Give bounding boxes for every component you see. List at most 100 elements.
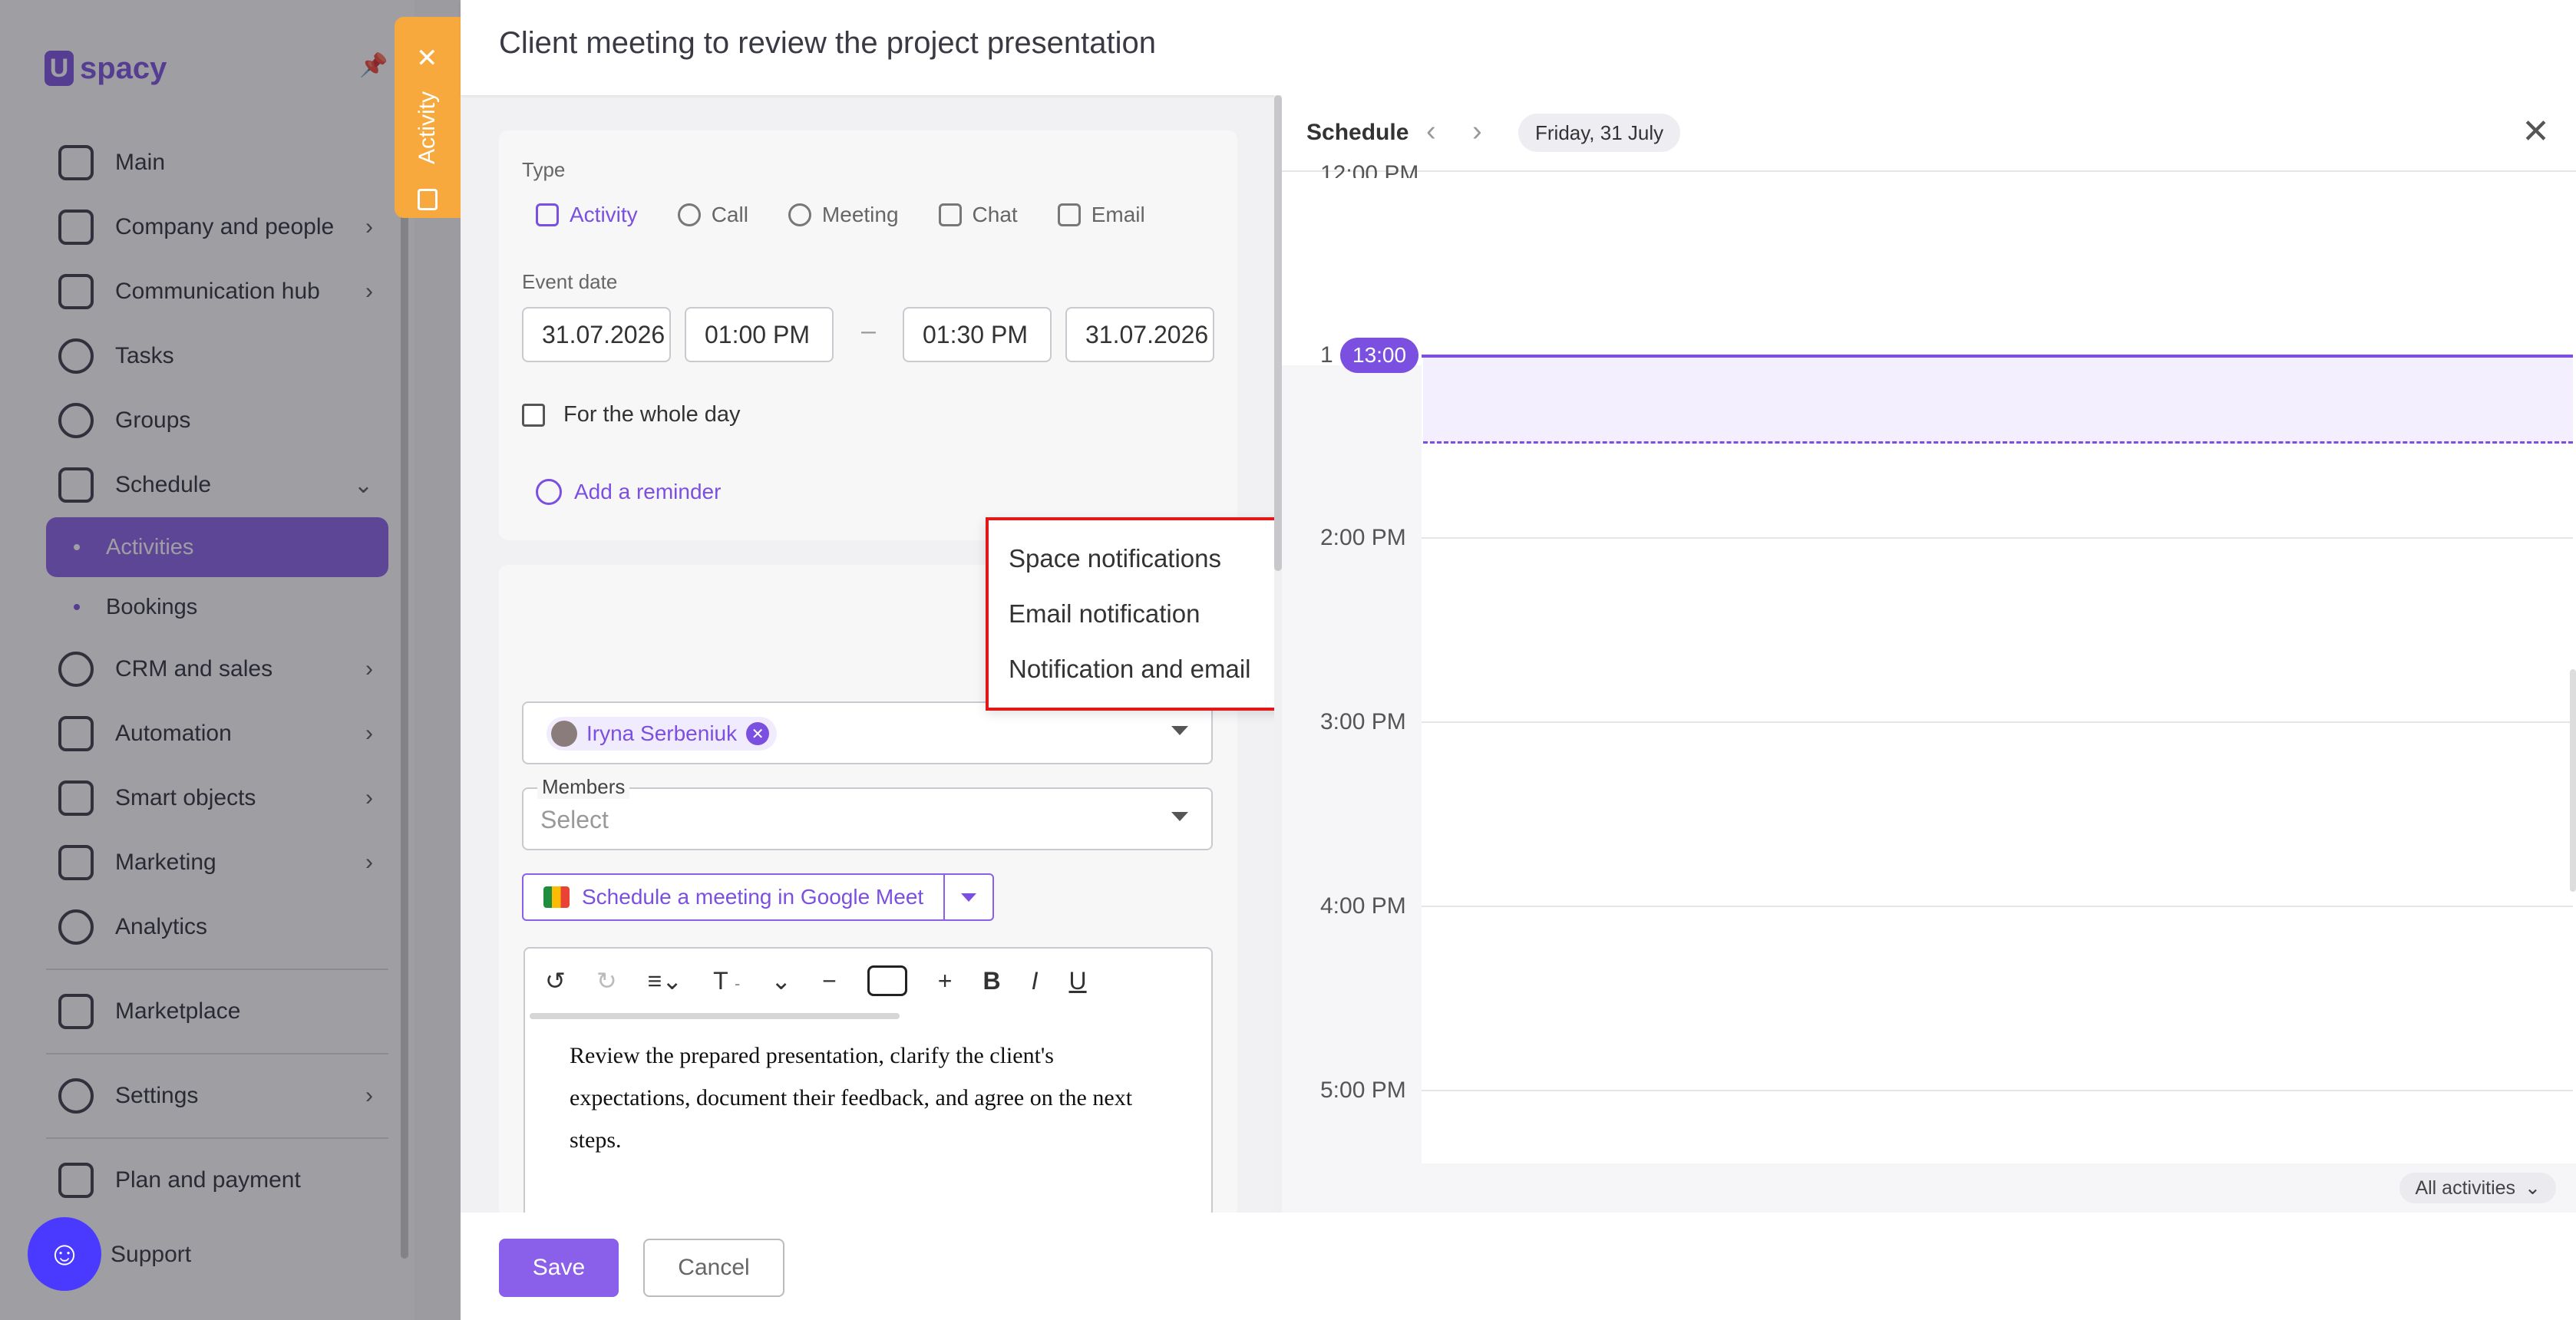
schedule-header: Schedule ‹ › Friday, 31 July ✕ — [1282, 95, 2576, 172]
schedule-panel: Schedule ‹ › Friday, 31 July ✕ 12:00 PM … — [1282, 95, 2576, 1213]
prev-day-icon[interactable]: ‹ — [1426, 115, 1436, 148]
time-label: 1 — [1320, 342, 1333, 368]
phone-icon — [677, 203, 701, 226]
minus-icon[interactable]: − — [822, 967, 837, 995]
modal-overlay[interactable] — [0, 0, 461, 1320]
time-label: 4:00 PM — [1320, 893, 1406, 919]
form-scrollbar[interactable] — [1274, 95, 1282, 1213]
type-email[interactable]: Email — [1057, 203, 1145, 227]
activity-panel: Client meeting to review the project pre… — [461, 0, 2576, 1320]
type-label-text: Email — [1091, 203, 1145, 226]
schedule-title: Schedule — [1306, 120, 1409, 145]
scrollbar-thumb[interactable] — [1274, 95, 1282, 571]
current-time-line — [1422, 355, 2573, 358]
description-text[interactable]: Review the prepared presentation, clarif… — [570, 1035, 1161, 1161]
end-date-input[interactable]: 31.07.2026 — [1065, 307, 1214, 362]
page-title: Client meeting to review the project pre… — [499, 26, 1157, 60]
chevron-down-icon[interactable]: ⌄ — [771, 966, 791, 995]
redo-icon[interactable]: ↻ — [596, 966, 617, 995]
support-label: Support — [111, 1242, 192, 1267]
time-label: 2:00 PM — [1320, 525, 1406, 550]
filter-label: All activities — [2415, 1176, 2516, 1199]
event-date-label: Event date — [522, 270, 618, 293]
remove-icon[interactable]: ✕ — [746, 722, 770, 745]
type-label-text: Chat — [972, 203, 1018, 226]
italic-icon[interactable]: I — [1032, 967, 1039, 995]
google-meet-options-button[interactable] — [945, 875, 992, 919]
start-date-input[interactable]: 31.07.2026 — [522, 307, 671, 362]
user-chip: Iryna Serbeniuk ✕ — [547, 717, 778, 751]
chevron-down-icon: ⌄ — [2525, 1177, 2541, 1199]
type-activity[interactable]: Activity — [536, 203, 638, 227]
all-activities-filter[interactable]: All activities ⌄ — [2399, 1173, 2556, 1203]
time-gutter — [1282, 365, 1422, 1171]
type-label-text: Activity — [570, 203, 638, 226]
current-time-badge: 13:00 — [1340, 338, 1419, 373]
activity-side-tab[interactable]: ✕ Activity — [395, 17, 461, 218]
caret-down-icon[interactable] — [1171, 812, 1188, 821]
envelope-icon — [1057, 203, 1081, 226]
save-button[interactable]: Save — [499, 1239, 619, 1297]
align-icon[interactable]: ≡⌄ — [648, 966, 682, 995]
schedule-google-meet-button[interactable]: Schedule a meeting in Google Meet — [523, 875, 946, 919]
editor-toolbar: ↺ ↻ ≡⌄ T - ⌄ − + B I U — [525, 949, 1211, 1013]
document-icon — [418, 189, 438, 210]
cancel-button[interactable]: Cancel — [643, 1239, 784, 1297]
schedule-scrollbar[interactable] — [2570, 669, 2576, 892]
add-reminder-label: Add a reminder — [574, 480, 722, 503]
type-label-text: Call — [711, 203, 748, 226]
members-placeholder: Select — [540, 806, 609, 833]
close-icon[interactable]: ✕ — [416, 43, 438, 74]
reminder-option-both[interactable]: Notification and email — [989, 642, 1285, 697]
current-event-block[interactable] — [1423, 358, 2573, 444]
reminder-options-dropdown: Space notifications Email notification N… — [986, 517, 1288, 711]
time-label: 3:00 PM — [1320, 709, 1406, 734]
toolbar-scrollbar[interactable] — [530, 1013, 900, 1019]
font-size-value: - — [734, 973, 741, 993]
panel-footer: Save Cancel — [461, 1213, 2576, 1320]
caret-down-icon[interactable] — [1171, 726, 1188, 735]
underline-icon[interactable]: U — [1068, 967, 1086, 995]
color-swatch[interactable] — [867, 965, 907, 996]
plus-icon[interactable]: + — [938, 967, 953, 995]
date-range-dash: – — [861, 316, 876, 345]
bold-icon[interactable]: B — [983, 967, 1000, 995]
panel-header: Client meeting to review the project pre… — [461, 0, 2576, 95]
caret-down-icon — [961, 893, 977, 902]
undo-icon[interactable]: ↺ — [545, 966, 566, 995]
schedule-date[interactable]: Friday, 31 July — [1518, 114, 1681, 152]
schedule-footer: All activities ⌄ — [1282, 1163, 2576, 1213]
google-meet-split-button: Schedule a meeting in Google Meet — [522, 873, 995, 921]
type-meeting[interactable]: Meeting — [788, 203, 899, 227]
end-time-input[interactable]: 01:30 PM — [903, 307, 1052, 362]
description-editor[interactable]: ↺ ↻ ≡⌄ T - ⌄ − + B I U Review the prepar… — [523, 947, 1213, 1217]
time-label: 5:00 PM — [1320, 1077, 1406, 1103]
hour-line — [1422, 721, 2573, 723]
type-chat[interactable]: Chat — [938, 203, 1018, 227]
hour-line — [1422, 537, 2573, 539]
type-label: Type — [522, 158, 566, 181]
add-reminder-button[interactable]: Add a reminder — [536, 479, 721, 505]
start-time-input[interactable]: 01:00 PM — [685, 307, 834, 362]
avatar — [551, 721, 577, 747]
type-selector: Activity Call Meeting Chat Email — [536, 203, 1145, 227]
hour-line — [1422, 906, 2573, 907]
responsible-select[interactable]: Iryna Serbeniuk ✕ — [522, 701, 1213, 764]
close-icon[interactable]: ✕ — [2522, 112, 2550, 151]
font-size-icon[interactable]: T - — [713, 967, 740, 995]
next-day-icon[interactable]: › — [1472, 115, 1482, 148]
support-chat-button[interactable]: ☺ — [28, 1217, 101, 1291]
reminder-option-email[interactable]: Email notification — [989, 586, 1285, 642]
chat-bubble-icon: ☺ — [47, 1235, 82, 1272]
type-call[interactable]: Call — [677, 203, 748, 227]
chat-icon — [938, 203, 962, 226]
hour-line — [1422, 1090, 2573, 1091]
reminder-option-space[interactable]: Space notifications — [989, 531, 1285, 586]
calendar-check-icon — [536, 203, 559, 226]
user-chip-label: Iryna Serbeniuk — [586, 721, 738, 745]
activity-tab-label: Activity — [414, 91, 440, 164]
whole-day-checkbox[interactable] — [522, 404, 545, 427]
members-label: Members — [537, 775, 630, 799]
time-label: 12:00 PM — [1320, 161, 1419, 178]
google-meet-icon — [543, 886, 570, 908]
